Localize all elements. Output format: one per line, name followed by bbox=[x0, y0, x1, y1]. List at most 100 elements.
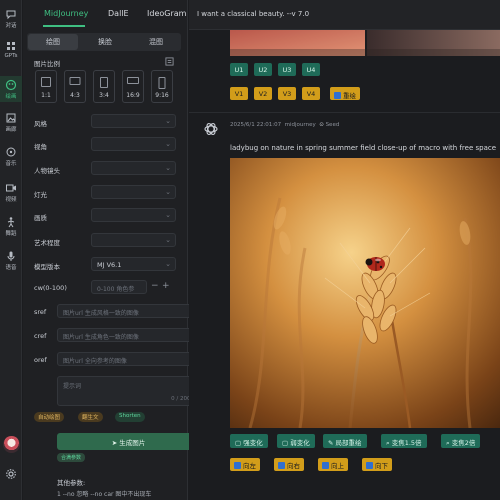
inpaint-button[interactable]: ✎ 局部重绘 bbox=[323, 434, 367, 448]
tab-ideogram[interactable]: IdeoGram bbox=[147, 9, 186, 18]
minus-icon[interactable]: − bbox=[151, 281, 159, 291]
variation-v3-button[interactable]: V3 bbox=[278, 87, 296, 100]
rail-label: 舞蹈 bbox=[5, 231, 17, 237]
generate-image-button[interactable]: ➤ 生成图片 bbox=[57, 433, 200, 450]
rail-label: 音乐 bbox=[5, 161, 17, 167]
palette-icon bbox=[5, 79, 17, 91]
pan-up-button[interactable]: 向上 bbox=[318, 458, 348, 471]
cw-input[interactable]: 0-100 角色参 bbox=[91, 280, 147, 294]
model-version-select[interactable]: MJ V6.1 ⌄ bbox=[91, 257, 176, 271]
ratio-option-16-9[interactable]: 16:9 bbox=[122, 70, 144, 103]
variation-v1-button[interactable]: V1 bbox=[230, 87, 248, 100]
action-label: 强变化 bbox=[243, 439, 263, 447]
upscale-u1-button[interactable]: U1 bbox=[230, 63, 248, 76]
generated-image[interactable] bbox=[230, 158, 500, 428]
view-select[interactable]: ⌄ bbox=[91, 137, 176, 151]
previous-result-image[interactable] bbox=[230, 30, 500, 56]
translate-chip[interactable]: 翻生文 bbox=[78, 412, 103, 422]
ratio-shape bbox=[100, 77, 108, 88]
dance-icon bbox=[7, 217, 15, 228]
style-label: 风格 bbox=[34, 120, 47, 128]
ratio-option-3-4[interactable]: 3:4 bbox=[93, 70, 115, 103]
other-params-text: 1 --no 忽略 --no car 图中不出现车 bbox=[57, 491, 152, 498]
ratio-shape bbox=[69, 77, 81, 85]
auto-draw-chip[interactable]: 自动绘图 bbox=[34, 412, 65, 422]
upscale-u3-button[interactable]: U3 bbox=[278, 63, 296, 76]
plus-icon[interactable]: + bbox=[162, 281, 170, 291]
oref-input[interactable]: 图片url 全向参考的图像⇪ bbox=[57, 352, 200, 366]
action-label: 向上 bbox=[331, 462, 344, 470]
subtle-variation-button[interactable]: ▢ 弱变化 bbox=[277, 434, 315, 448]
message-date: 2025/6/1 22:01:07 bbox=[230, 122, 282, 128]
quality-label: 画质 bbox=[34, 214, 47, 222]
quality-select[interactable]: ⌄ bbox=[91, 208, 176, 222]
action-label: 向右 bbox=[287, 462, 300, 470]
pan-left-button[interactable]: 向左 bbox=[230, 458, 260, 471]
subtab-draw[interactable]: 绘图 bbox=[28, 34, 78, 50]
subtab-faceswap[interactable]: 换脸 bbox=[80, 37, 130, 47]
ratio-shape bbox=[127, 77, 139, 84]
arrow-right-icon bbox=[278, 462, 285, 469]
rail-item-paint[interactable]: 绘画 bbox=[0, 76, 22, 102]
ratio-settings-icon[interactable] bbox=[165, 57, 174, 66]
square-icon: ▢ bbox=[235, 439, 244, 447]
rail-item-gallery[interactable]: 画廊 bbox=[0, 112, 22, 133]
tab-dalle[interactable]: DallE bbox=[108, 9, 129, 18]
arrow-up-icon bbox=[322, 462, 329, 469]
upscale-u2-button[interactable]: U2 bbox=[254, 63, 272, 76]
rail-item-voice[interactable]: 语音 bbox=[0, 250, 22, 271]
fill-params-chip[interactable]: 合满参数 bbox=[57, 453, 86, 462]
strong-variation-button[interactable]: ▢ 强变化 bbox=[230, 434, 268, 448]
style-select[interactable]: ⌄ bbox=[91, 114, 176, 128]
pan-right-button[interactable]: 向右 bbox=[274, 458, 304, 471]
gpts-icon bbox=[7, 42, 15, 50]
rail-label: 画廊 bbox=[5, 127, 17, 133]
ratio-label: 图片比例 bbox=[34, 60, 60, 68]
ratio-text: 4:3 bbox=[70, 92, 80, 99]
rail-item-music[interactable]: 音乐 bbox=[0, 146, 22, 167]
chevron-down-icon: ⌄ bbox=[165, 117, 171, 125]
lighting-label: 灯光 bbox=[34, 191, 47, 199]
seed-link[interactable]: Seed bbox=[326, 122, 340, 128]
ratio-option-4-3[interactable]: 4:3 bbox=[64, 70, 86, 103]
rail-label: 视频 bbox=[5, 197, 17, 203]
shorten-chip[interactable]: Shorten bbox=[115, 412, 145, 422]
zoom-out-1-5x-button[interactable]: ⌕ 变焦1.5倍 bbox=[381, 434, 427, 448]
variation-v2-button[interactable]: V2 bbox=[254, 87, 272, 100]
action-label: 变焦1.5倍 bbox=[391, 439, 422, 447]
pan-down-button[interactable]: 向下 bbox=[362, 458, 392, 471]
subtab-blend[interactable]: 混图 bbox=[131, 37, 181, 47]
rail-item-chat[interactable]: 对话 bbox=[0, 8, 22, 29]
mode-subtabs: 绘图 换脸 混图 bbox=[27, 33, 181, 51]
upscale-u4-button[interactable]: U4 bbox=[302, 63, 320, 76]
reroll-icon bbox=[334, 92, 341, 99]
sref-placeholder: 图片url 生成风格一致的图像 bbox=[63, 310, 139, 317]
tab-midjourney[interactable]: MidJourney bbox=[44, 9, 88, 18]
rail-item-video[interactable]: 视频 bbox=[0, 182, 22, 203]
reroll-label: 重绘 bbox=[343, 92, 356, 100]
oref-placeholder: 图片url 全向参考的图像 bbox=[63, 358, 127, 365]
ratio-option-1-1[interactable]: 1:1 bbox=[35, 70, 57, 103]
shot-select[interactable]: ⌄ bbox=[91, 161, 176, 175]
rail-item-gpts[interactable]: GPTs bbox=[0, 40, 22, 59]
select-value: MJ V6.1 bbox=[97, 261, 122, 269]
previous-image-art bbox=[230, 30, 500, 56]
sref-input[interactable]: 图片url 生成风格一致的图像⇪ bbox=[57, 304, 200, 318]
zoom-out-2x-button[interactable]: ⌕ 变焦2倍 bbox=[441, 434, 481, 448]
rail-item-dance[interactable]: 舞蹈 bbox=[0, 216, 22, 237]
cref-input[interactable]: 图片url 生成角色一致的图像⇪ bbox=[57, 328, 200, 342]
art-level-select[interactable]: ⌄ bbox=[91, 233, 176, 247]
video-icon bbox=[6, 184, 16, 192]
ratio-option-9-16[interactable]: 9:16 bbox=[151, 70, 173, 103]
reroll-button[interactable]: 重绘 bbox=[330, 87, 360, 100]
seed-icon: ⊙ bbox=[319, 122, 324, 128]
prompt-textarea[interactable]: 提示词 0 / 2000 bbox=[57, 376, 200, 406]
variation-v4-button[interactable]: V4 bbox=[302, 87, 320, 100]
avatar[interactable] bbox=[3, 436, 20, 453]
rail-label: 语音 bbox=[5, 265, 17, 271]
lighting-select[interactable]: ⌄ bbox=[91, 185, 176, 199]
art-level-label: 艺术程度 bbox=[34, 239, 60, 247]
gear-icon[interactable] bbox=[5, 468, 17, 480]
image-description: ladybug on nature in spring summer field… bbox=[230, 144, 497, 152]
arrow-down-icon bbox=[366, 462, 373, 469]
